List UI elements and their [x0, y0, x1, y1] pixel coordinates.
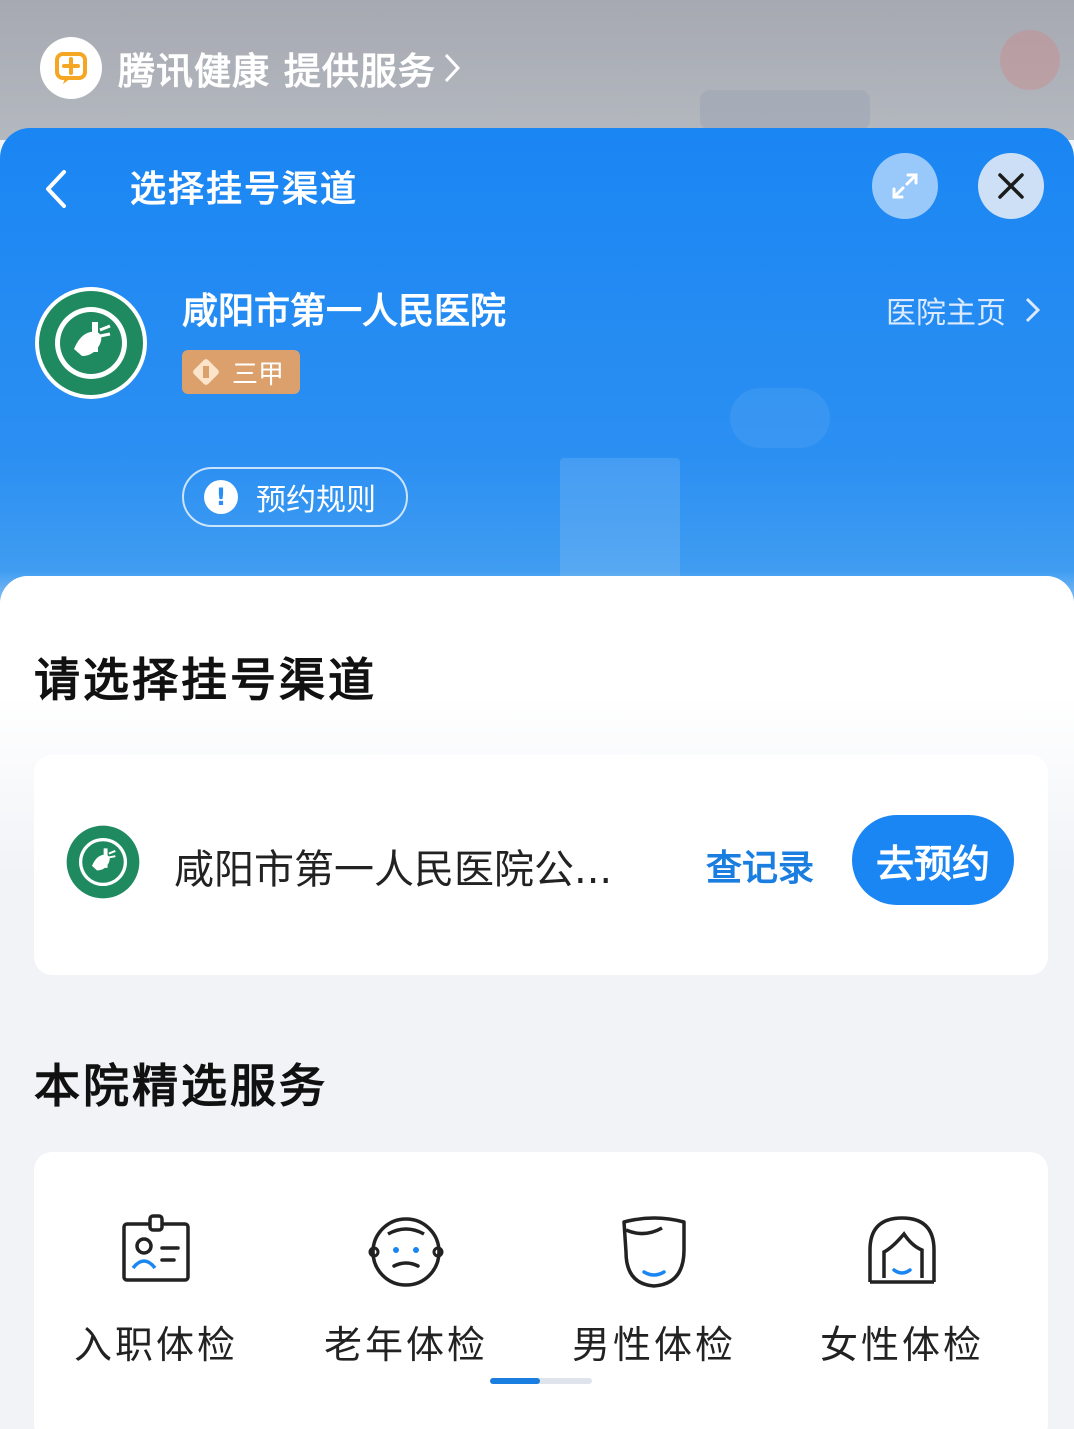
elder-face-icon — [368, 1217, 444, 1287]
service-label: 入职体检 — [73, 1323, 238, 1367]
view-records-link[interactable]: 查记录 — [706, 839, 814, 891]
services-card: 入职体检 老年体检 男性体检 女性体检 — [34, 1152, 1048, 1429]
grade-diamond-icon — [191, 357, 221, 387]
expand-button[interactable] — [872, 153, 938, 219]
id-card-icon — [122, 1214, 190, 1282]
hospital-name: 咸阳市第一人民医院 — [182, 291, 507, 332]
services-title: 本院精选服务 — [34, 1059, 328, 1113]
hospital-home-link[interactable]: 医院主页 — [886, 288, 1046, 332]
grade-badge: 三甲 — [182, 350, 300, 394]
channels-title: 请选择挂号渠道 — [34, 653, 377, 707]
service-female-checkup[interactable]: 女性体检 — [792, 1212, 1012, 1369]
channel-name: 咸阳市第一人民医院公... — [174, 847, 613, 893]
service-label: 女性体检 — [819, 1323, 984, 1367]
male-face-icon — [622, 1216, 686, 1288]
close-button[interactable] — [978, 153, 1044, 219]
tencent-health-logo-icon — [40, 37, 102, 99]
provider-bar[interactable]: 腾讯健康 提供服务 — [40, 37, 462, 99]
service-employment-checkup[interactable]: 入职体检 — [46, 1212, 266, 1369]
hero-decoration — [730, 388, 830, 448]
service-elderly-checkup[interactable]: 老年体检 — [296, 1212, 516, 1369]
channel-card: 咸阳市第一人民医院公... 查记录 去预约 — [34, 755, 1048, 975]
grade-label: 三甲 — [232, 359, 285, 390]
info-alert-icon: ! — [204, 480, 238, 514]
background-page: 腾讯健康 提供服务 — [0, 0, 1074, 140]
background-blur — [1000, 30, 1060, 90]
hospital-home-label: 医院主页 — [886, 296, 1006, 331]
back-arrow-icon[interactable] — [38, 164, 78, 214]
pager-active-indicator — [490, 1378, 540, 1384]
services-pager — [490, 1378, 592, 1384]
service-male-checkup[interactable]: 男性体检 — [544, 1212, 764, 1369]
book-appointment-button[interactable]: 去预约 — [852, 815, 1014, 905]
hero-decoration — [560, 458, 680, 588]
female-face-icon — [868, 1216, 936, 1284]
booking-rules-label: 预约规则 — [256, 483, 376, 518]
hospital-logo-icon — [35, 287, 147, 399]
service-label: 老年体检 — [323, 1323, 488, 1367]
hospital-logo-icon — [66, 825, 140, 899]
booking-rules-button[interactable]: ! 预约规则 — [182, 467, 408, 527]
chevron-right-icon — [1025, 297, 1041, 323]
provider-text: 腾讯健康 提供服务 — [118, 50, 436, 93]
service-label: 男性体检 — [571, 1323, 736, 1367]
close-icon — [998, 173, 1024, 199]
channel-sheet: 选择挂号渠道 咸阳市第一人民医院 三甲 医院主页 ! 预约规则 请选择挂号渠道 … — [0, 128, 1074, 1429]
expand-icon — [892, 173, 918, 199]
nav-title: 选择挂号渠道 — [130, 169, 359, 210]
chevron-right-icon — [444, 53, 460, 83]
background-blur — [700, 90, 870, 130]
